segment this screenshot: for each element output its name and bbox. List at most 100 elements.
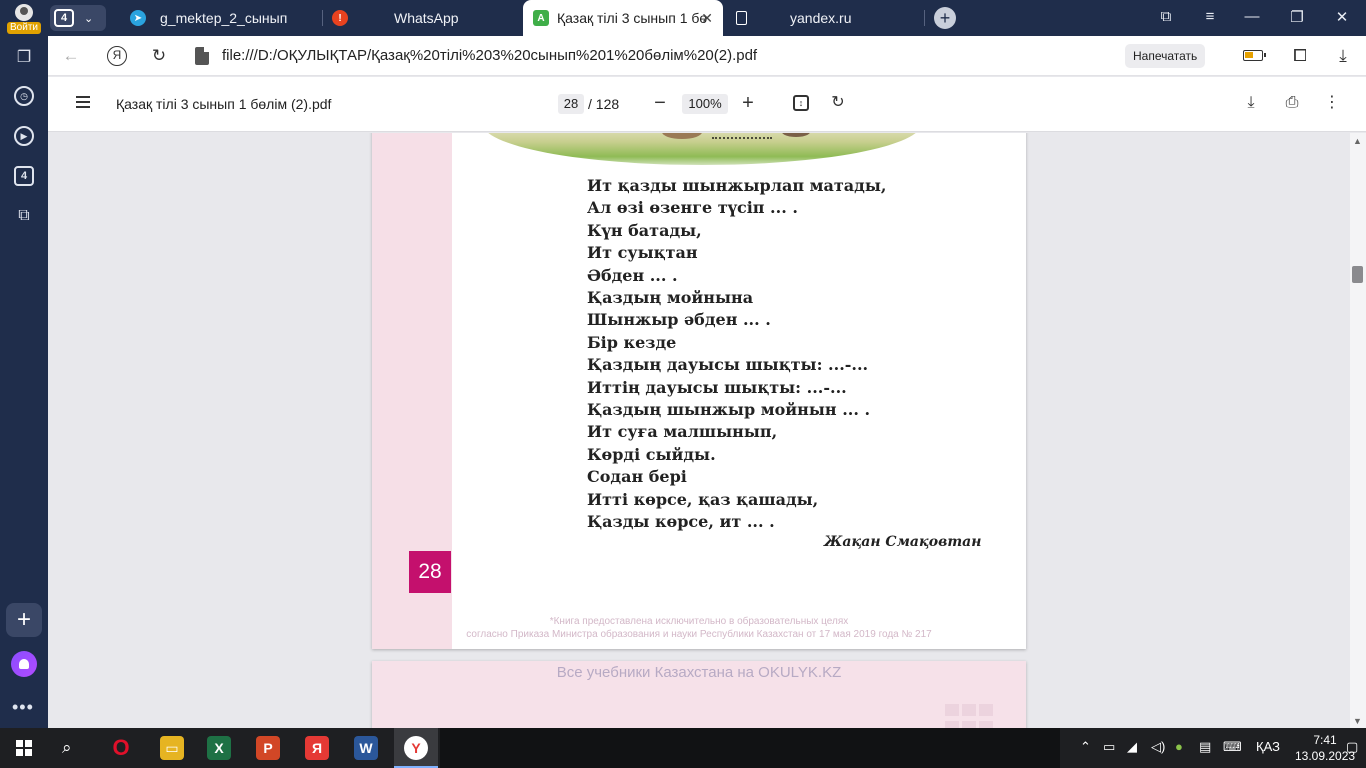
downloads-icon[interactable]: ⤓: [1332, 45, 1354, 67]
taskbar-empty-area: [440, 728, 1060, 768]
battery-saver-icon[interactable]: [1243, 50, 1266, 61]
file-icon: [195, 47, 209, 65]
zoom-in-button[interactable]: +: [737, 92, 759, 114]
battery-icon[interactable]: ▭: [1103, 739, 1115, 755]
new-tab-button[interactable]: +: [934, 7, 956, 29]
poem-line: Бір кезде: [587, 332, 677, 352]
login-label[interactable]: Войти: [7, 22, 41, 34]
address-bar: ← Я ↻ file:///D:/ОҚУЛЫҚТАР/Қазақ%20тілі%…: [48, 36, 1366, 76]
watermark-text: Все учебники Казахстана на OKULYK.KZ: [556, 664, 842, 681]
illustration-rock: [662, 133, 702, 139]
download-icon[interactable]: ⤓: [1241, 93, 1261, 113]
poem-text: Ит қазды шынжырлап матады, Ал өзі өзенге…: [587, 175, 886, 534]
yandex-disk-icon[interactable]: ●: [1175, 739, 1183, 754]
wifi-icon[interactable]: ◢: [1127, 739, 1137, 755]
logo-cell: [945, 704, 959, 716]
document-title: Қазақ тілі 3 сынып 1 бөлім (2).pdf: [116, 96, 332, 112]
screenshot-icon[interactable]: ⧉: [14, 206, 34, 226]
poem-line: Көрді сыйды.: [587, 444, 716, 464]
user-icon: [15, 4, 33, 21]
extensions-icon[interactable]: ⧠: [1289, 45, 1311, 67]
volume-icon[interactable]: ◁): [1151, 739, 1165, 755]
browser-sidebar: Войти ❐ ◷ ▶ 4 ⧉ + •••: [0, 0, 48, 728]
print-button[interactable]: Напечатать: [1125, 44, 1206, 68]
tab-telegram[interactable]: ➤ g_mektep_2_сынып: [130, 0, 320, 36]
notice-line: согласно Приказа Министра образования и …: [466, 629, 932, 640]
scrollbar-thumb[interactable]: [1352, 266, 1363, 283]
poem-line: Қаздың мойнына: [587, 288, 754, 308]
rotate-icon[interactable]: ↻: [828, 93, 848, 113]
yandex-app-icon[interactable]: Я: [305, 736, 329, 760]
fit-page-icon[interactable]: ↕: [793, 95, 809, 111]
scroll-down-icon[interactable]: ▼: [1352, 716, 1363, 726]
tab-pdf[interactable]: A Қазақ тілі 3 сынып 1 бө ✕: [523, 0, 723, 36]
scroll-up-icon[interactable]: ▲: [1352, 136, 1363, 146]
logo-cell: [979, 720, 993, 728]
close-tab-icon[interactable]: ✕: [701, 10, 713, 27]
scrollbar[interactable]: [1350, 133, 1366, 728]
collections-icon[interactable]: ❐: [14, 47, 34, 67]
file-explorer-icon[interactable]: ▭: [160, 736, 184, 760]
minimize-icon[interactable]: —: [1242, 8, 1262, 25]
chevron-up-icon[interactable]: ⌃: [1080, 739, 1091, 755]
windows-start-icon[interactable]: [16, 740, 32, 756]
tab-counter-button[interactable]: 4 ⌄: [50, 5, 106, 31]
notification-icon[interactable]: ▤: [1199, 739, 1211, 755]
close-window-icon[interactable]: ✕: [1332, 8, 1352, 26]
keyboard-icon[interactable]: ⌨: [1223, 739, 1242, 755]
menu-icon[interactable]: ≡: [1200, 8, 1220, 25]
language-indicator[interactable]: ҚАЗ: [1256, 739, 1280, 754]
poem-line: Итті көрсе, қаз қашады,: [587, 489, 819, 509]
page-notice: *Книга предоставлена исключительно в обр…: [372, 615, 1026, 641]
illustration-rock: [782, 133, 810, 137]
add-panel-button[interactable]: +: [6, 603, 42, 637]
zoom-level[interactable]: 100%: [682, 94, 728, 114]
powerpoint-icon[interactable]: P: [256, 736, 280, 760]
poem-line: Қаздың шынжыр мойнын ... .: [587, 400, 871, 420]
profile-avatar[interactable]: Войти: [7, 4, 41, 34]
excel-icon[interactable]: X: [207, 736, 231, 760]
page-icon: [736, 11, 747, 25]
poem-line: Ит қазды шынжырлап матады,: [587, 176, 887, 195]
poem-line: Қазды көрсе, ит ... .: [587, 512, 775, 532]
page-total: / 128: [588, 96, 620, 112]
pdf-page: Ит қазды шынжырлап матады, Ал өзі өзенге…: [372, 133, 1026, 649]
watermark-logo: [945, 704, 997, 728]
page-number-input[interactable]: 28: [558, 94, 584, 114]
zoom-out-button[interactable]: −: [649, 92, 671, 114]
poem-line: Содан бері: [587, 467, 687, 487]
opera-icon[interactable]: O: [109, 735, 133, 760]
history-icon[interactable]: ◷: [14, 86, 34, 106]
restore-icon[interactable]: ❐: [1287, 8, 1307, 26]
tab-label: WhatsApp: [394, 10, 459, 26]
yandex-icon[interactable]: Я: [107, 46, 127, 66]
chevron-down-icon: ⌄: [84, 12, 94, 25]
url-text[interactable]: file:///D:/ОҚУЛЫҚТАР/Қазақ%20тілі%203%20…: [222, 47, 757, 64]
back-arrow-icon[interactable]: ←: [60, 45, 82, 67]
search-icon[interactable]: ⌕: [62, 738, 72, 758]
tab-whatsapp[interactable]: ! WhatsApp: [332, 0, 522, 36]
pdf-viewport[interactable]: Ит қазды шынжырлап матады, Ал өзі өзенге…: [48, 133, 1350, 728]
windows-taskbar: ⌕ O ▭ X P Я W Y ⌃ ▭ ◢ ◁) ● ▤ ⌨ ҚАЗ 7:41 …: [0, 728, 1366, 768]
print-icon[interactable]: ⎙: [1282, 93, 1302, 113]
yandex-browser-icon[interactable]: Y: [404, 736, 428, 760]
tab-yandex[interactable]: yandex.ru: [734, 0, 924, 36]
tab-separator: [322, 10, 323, 26]
pdf-toolbar: Қазақ тілі 3 сынып 1 бөлім (2).pdf 28 / …: [48, 77, 1366, 132]
alert-icon: !: [332, 10, 348, 26]
more-icon[interactable]: •••: [12, 697, 34, 718]
tab-bar: 4 ⌄ ➤ g_mektep_2_сынып ! WhatsApp A Қаза…: [48, 0, 1366, 36]
pdf-menu-icon[interactable]: [76, 96, 90, 108]
tabs-badge-icon[interactable]: 4: [14, 166, 34, 186]
poem-line: Иттің дауысы шықты: ...-...: [587, 377, 847, 397]
tab-count: 4: [54, 9, 74, 27]
word-icon[interactable]: W: [354, 736, 378, 760]
video-icon[interactable]: ▶: [14, 126, 34, 146]
more-options-icon[interactable]: ⋮: [1322, 93, 1342, 113]
alice-assistant-icon[interactable]: [11, 651, 37, 677]
notifications-icon[interactable]: ▢: [1346, 739, 1358, 755]
bookmarks-icon[interactable]: ⧉: [1156, 8, 1176, 25]
illustration: [482, 133, 922, 165]
reload-icon[interactable]: ↻: [148, 45, 170, 67]
pdf-app-icon: A: [533, 10, 549, 26]
